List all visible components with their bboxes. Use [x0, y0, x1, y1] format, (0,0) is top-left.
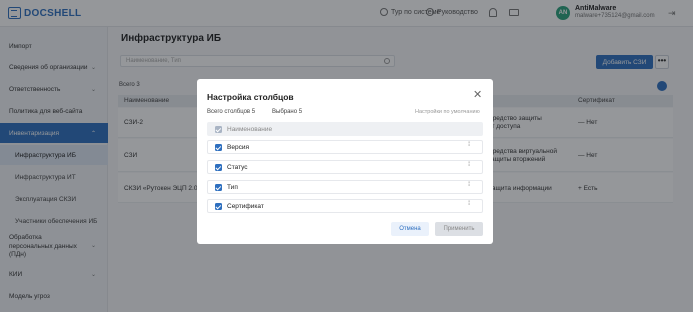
apply-button[interactable]: Применить [435, 222, 483, 236]
column-option-version[interactable]: Версия ⁞⁞ [207, 140, 483, 154]
checkbox [215, 126, 222, 133]
modal-title: Настройка столбцов [207, 92, 294, 102]
column-settings-modal: Настройка столбцов ✕ Всего столбцов 5 Вы… [197, 79, 493, 244]
column-option-label: Статус [227, 164, 248, 171]
drag-handle-icon[interactable]: ⁞⁞ [468, 201, 474, 207]
reset-default-link[interactable]: Настройки по умолчанию [415, 109, 480, 115]
column-option-label: Сертификат [227, 203, 264, 210]
drag-handle-icon[interactable]: ⁞⁞ [468, 142, 474, 148]
checkbox[interactable] [215, 184, 222, 191]
checkbox[interactable] [215, 203, 222, 210]
column-option-label: Версия [227, 144, 249, 151]
column-option-certificate[interactable]: Сертификат ⁞⁞ [207, 199, 483, 213]
selected-count: Выбрано 5 [272, 109, 303, 115]
close-icon[interactable]: ✕ [473, 88, 482, 101]
column-option-name: Наименование [207, 122, 483, 136]
column-option-type[interactable]: Тип ⁞⁞ [207, 180, 483, 194]
column-option-status[interactable]: Статус ⁞⁞ [207, 160, 483, 174]
checkbox[interactable] [215, 164, 222, 171]
cancel-button[interactable]: Отмена [391, 222, 429, 236]
column-option-label: Наименование [227, 126, 273, 133]
drag-handle-icon[interactable]: ⁞⁞ [468, 162, 474, 168]
total-columns: Всего столбцов 5 [207, 109, 256, 115]
drag-handle-icon[interactable]: ⁞⁞ [468, 182, 474, 188]
column-option-label: Тип [227, 184, 238, 191]
checkbox[interactable] [215, 144, 222, 151]
